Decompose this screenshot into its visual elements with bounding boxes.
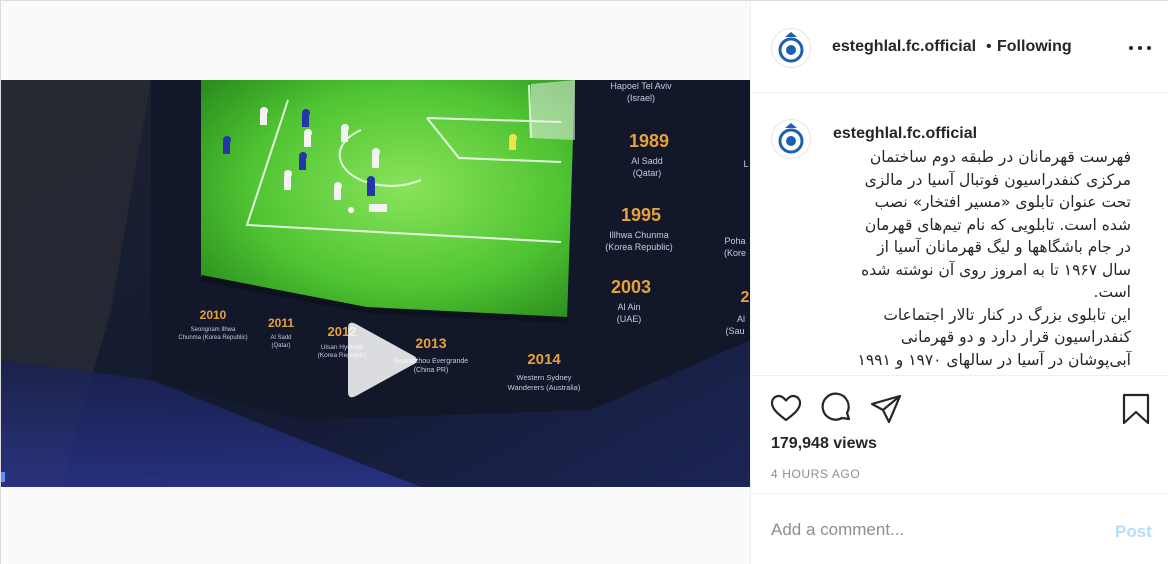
board-country: Chunma (Korea Republic) [178, 335, 247, 341]
avatar[interactable] [771, 119, 811, 159]
post-comment-button[interactable]: Post [1115, 522, 1152, 542]
post-timestamp[interactable]: 4 HOURS AGO [771, 467, 860, 481]
caption-line: مرکزی کنفدراسیون فوتبال آسیا در مالزی [864, 170, 1131, 189]
club-logo-icon [774, 122, 808, 156]
caption-line: است. [1093, 283, 1131, 301]
caption-line: کنفدراسیون قرار دارد و دو قهرمانی [900, 328, 1131, 346]
action-bar [751, 377, 1168, 433]
board-club: Hapoel Tel Aviv [610, 81, 672, 91]
board-fragment: (Kore [724, 248, 746, 258]
caption-line: این تابلوی بزرگ در کنار تالار اجتماعات [883, 305, 1131, 324]
board-year: 2011 [268, 316, 294, 330]
caption-username[interactable]: esteghlal.fc.official [833, 125, 977, 143]
comment-icon[interactable] [820, 392, 854, 426]
board-country: Wanderers (Australia) [508, 383, 581, 392]
board-year: 1995 [621, 205, 661, 225]
post-media: 2010 Seongnam Ilhwa Chunma (Korea Republ… [1, 1, 750, 564]
instagram-post: 2010 Seongnam Ilhwa Chunma (Korea Republ… [0, 0, 1168, 564]
board-club: Seongnam Ilhwa [191, 327, 236, 333]
paper-plane-icon[interactable] [869, 392, 903, 426]
board-year: 2003 [611, 277, 651, 297]
board-club: Al Ain [617, 302, 640, 312]
view-count[interactable]: 179,948 views [771, 435, 877, 453]
board-club: Illhwa Chunma [609, 230, 669, 240]
caption-line: در جام باشگاهها و لیگ قهرمانان آسیا از [877, 238, 1131, 256]
board-country: (Qatar) [633, 168, 662, 178]
video-frame: 2010 Seongnam Ilhwa Chunma (Korea Republ… [1, 80, 750, 487]
more-horizontal-icon[interactable] [1127, 37, 1153, 59]
board-club: Al Sadd [631, 156, 663, 166]
board-country: (Korea Republic) [605, 242, 673, 252]
heart-icon[interactable] [769, 392, 803, 426]
board-fragment: 2 [741, 289, 750, 306]
caption-line: فهرست قهرمانان در طبقه دوم ساختمان [869, 148, 1131, 166]
board-year: 2014 [527, 351, 561, 368]
board-country: (Israel) [627, 93, 655, 103]
board-club: Western Sydney [517, 373, 572, 382]
board-fragment: Al [737, 314, 745, 324]
add-comment-bar: Post [751, 493, 1168, 564]
separator-dot: • [986, 38, 992, 55]
board-fragment: (Sau [725, 326, 744, 336]
caption-text: فهرست قهرمانان در طبقه دوم ساختمان مرکزی… [825, 146, 1131, 371]
board-year: 2010 [200, 308, 227, 322]
club-logo-icon [774, 31, 808, 65]
comment-input[interactable] [771, 518, 1091, 542]
board-fragment: Poha [724, 236, 745, 246]
board-country: (Qatar) [271, 343, 290, 349]
post-header: esteghlal.fc.official • Following [751, 1, 1168, 93]
play-icon[interactable] [340, 318, 420, 402]
caption-line: تحت عنوان تابلوی «مسیر افتخار» نصب [874, 193, 1131, 211]
caption-line: شده است. تابلویی که نام تیم‌های قهرمان [864, 215, 1131, 234]
following-button[interactable]: Following [997, 38, 1072, 56]
caption-line: سال ۱۹۶۷ تا به امروز روی آن نوشته شده [861, 260, 1131, 279]
post-sidebar: esteghlal.fc.official • Following estegh… [750, 1, 1168, 564]
board-year: 1989 [629, 131, 669, 151]
avatar[interactable] [771, 28, 811, 68]
caption-line: آبی‌پوشان در آسیا در سالهای ۱۹۷۰ و ۱۹۹۱ [857, 350, 1131, 369]
board-fragment: L [743, 159, 748, 169]
bookmark-icon[interactable] [1119, 392, 1153, 426]
caption-area: esteghlal.fc.official فهرست قهرمانان در … [751, 94, 1168, 376]
board-year: 2013 [415, 335, 446, 351]
board-club: Al Sadd [270, 335, 291, 341]
video-player[interactable]: 2010 Seongnam Ilhwa Chunma (Korea Republ… [1, 80, 750, 487]
username-link[interactable]: esteghlal.fc.official [832, 38, 976, 56]
board-country: (UAE) [617, 314, 642, 324]
